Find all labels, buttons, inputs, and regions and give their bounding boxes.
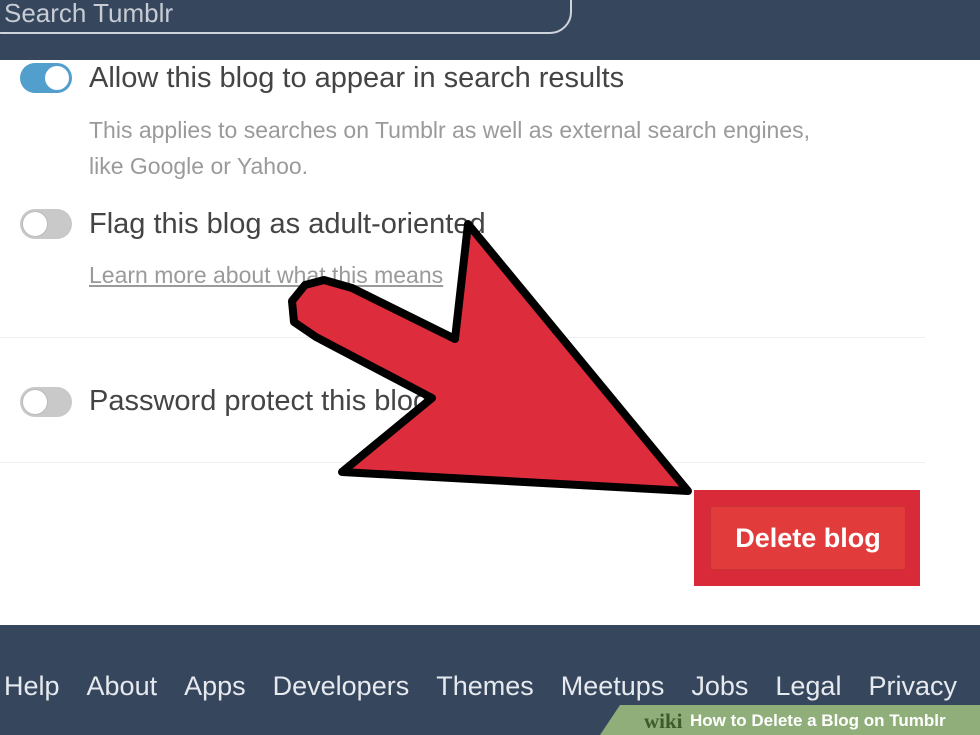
delete-highlight-frame: Delete blog	[694, 490, 920, 586]
search-placeholder: Search Tumblr	[4, 0, 174, 28]
search-visibility-description: This applies to searches on Tumblr as we…	[89, 117, 811, 179]
footer-link-apps[interactable]: Apps	[184, 671, 246, 702]
search-input[interactable]: Search Tumblr	[0, 0, 572, 34]
footer-link-about[interactable]: About	[87, 671, 158, 702]
footer-link-developers[interactable]: Developers	[273, 671, 410, 702]
footer-link-legal[interactable]: Legal	[775, 671, 841, 702]
delete-blog-button[interactable]: Delete blog	[710, 506, 906, 570]
section-divider	[0, 337, 925, 338]
search-visibility-label: Allow this blog to appear in search resu…	[89, 62, 625, 94]
password-protect-toggle[interactable]	[20, 387, 72, 417]
footer-link-jobs[interactable]: Jobs	[691, 671, 748, 702]
footer-nav: Help About Apps Developers Themes Meetup…	[4, 671, 980, 702]
toggle-knob	[23, 390, 47, 414]
footer-link-meetups[interactable]: Meetups	[561, 671, 665, 702]
adult-flag-toggle[interactable]	[20, 209, 72, 239]
footer-link-themes[interactable]: Themes	[436, 671, 534, 702]
settings-panel: Allow this blog to appear in search resu…	[0, 60, 980, 625]
search-visibility-toggle[interactable]	[20, 63, 72, 93]
watermark-title: How to Delete a Blog on Tumblr	[690, 711, 946, 730]
toggle-knob	[45, 66, 69, 90]
toggle-knob	[23, 212, 47, 236]
adult-flag-label: Flag this blog as adult-oriented	[89, 208, 486, 240]
learn-more-link[interactable]: Learn more about what this means	[89, 262, 443, 289]
top-bar: Search Tumblr	[0, 0, 980, 60]
watermark-brand: wiki	[644, 709, 683, 733]
section-divider	[0, 462, 925, 463]
password-protect-label: Password protect this blog	[89, 385, 430, 417]
footer-link-help[interactable]: Help	[4, 671, 60, 702]
wikihow-watermark: wiki How to Delete a Blog on Tumblr	[600, 705, 980, 735]
footer-link-privacy[interactable]: Privacy	[868, 671, 957, 702]
